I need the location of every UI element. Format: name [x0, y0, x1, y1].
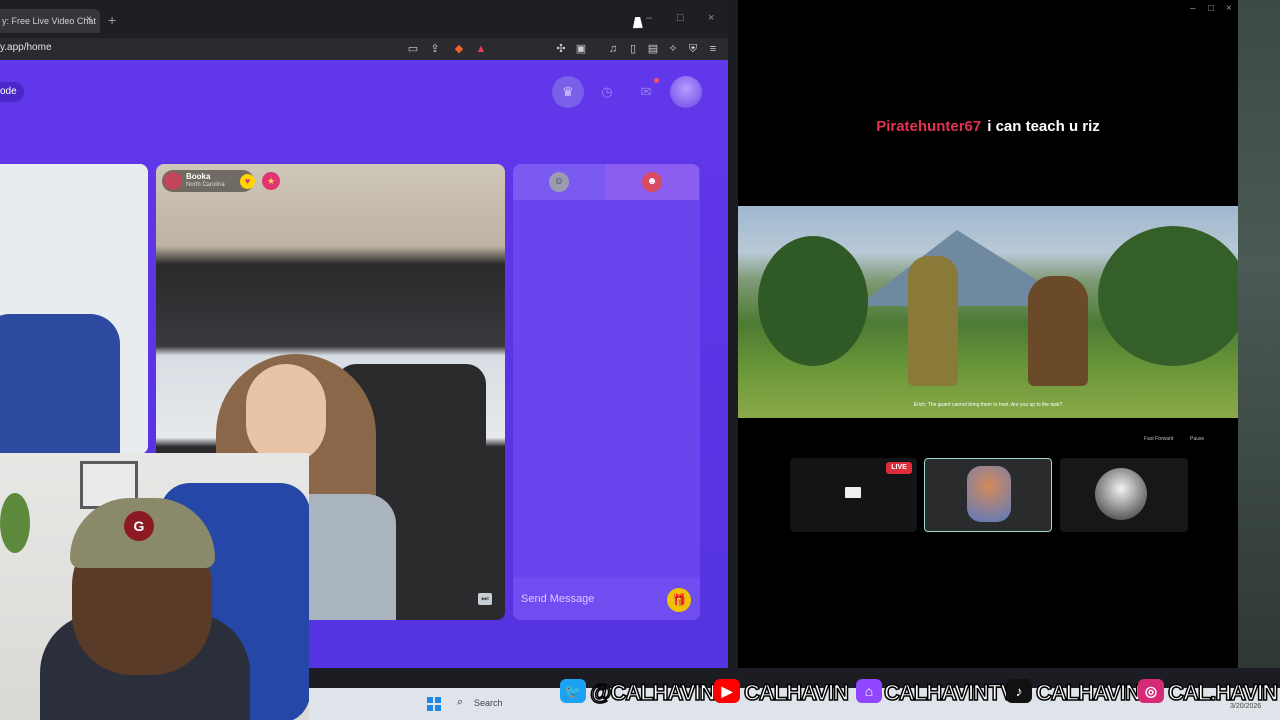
brave-shield-icon[interactable]: ◆ [452, 42, 466, 56]
notification-dot [654, 78, 659, 83]
heart-icon[interactable]: ♥ [240, 174, 255, 189]
reward-badge-icon[interactable]: ★ [262, 172, 280, 190]
tab-chat-self[interactable]: ☻ [606, 164, 699, 200]
chat-panel: ☺ ☻ 🎁 [513, 164, 700, 620]
address-bar: y.app/home ▭ ⇪ ◆ ▲ ✣ ▣ ♫ ▯ ▤ ✧ ⛨ ≡ [0, 38, 728, 60]
mouse-cursor-icon [632, 17, 646, 28]
cap-logo-icon: G [124, 511, 154, 541]
streamer-avatar [967, 466, 1011, 522]
search-icon[interactable]: ⌕ [457, 696, 463, 709]
twitch-icon: ⌂ [856, 679, 882, 703]
person-face [246, 364, 326, 464]
pause-label[interactable]: Pause [1190, 436, 1204, 442]
tab-title: y: Free Live Video Chat [2, 16, 96, 26]
menu-icon[interactable]: ≡ [706, 42, 720, 56]
history-clock-icon[interactable]: ◷ [591, 76, 623, 108]
extensions-icon[interactable]: ✣ [554, 42, 568, 56]
wallet-icon[interactable]: ▤ [646, 42, 660, 56]
stream-window: – □ × Piratehunter67 i can teach u riz Er… [738, 0, 1238, 668]
instagram-icon: ◎ [1138, 679, 1164, 703]
user-avatar [164, 172, 182, 190]
live-badge: LIVE [886, 462, 912, 474]
maximize-button[interactable]: □ [677, 12, 684, 24]
plant-shape [0, 493, 30, 553]
streamer-webcam: G [0, 453, 309, 720]
twitter-handle: @CALHAVIN [589, 679, 716, 706]
user-info-pill[interactable]: Booka North Carolina ♥ [162, 170, 255, 192]
gift-button[interactable]: 🎁 [667, 588, 691, 612]
new-tab-button[interactable]: + [108, 12, 116, 28]
tabs-icon[interactable]: ▣ [574, 42, 588, 56]
music-icon[interactable]: ♫ [606, 42, 620, 56]
twitter-icon: 🐦 [560, 679, 586, 703]
villager-figure [1028, 276, 1088, 386]
twitch-handle: CALHAVINTV [883, 679, 1016, 706]
close-window-button[interactable]: × [708, 12, 714, 24]
url-field[interactable]: y.app/home [0, 42, 52, 53]
profile-avatar[interactable] [670, 76, 702, 108]
minimize-button[interactable]: – [1190, 3, 1196, 14]
share-icon[interactable]: ⇪ [428, 42, 442, 56]
chat-highlight: Piratehunter67 i can teach u riz [738, 118, 1238, 135]
self-avatar-icon: ☻ [642, 172, 662, 192]
background-window-edge [1238, 0, 1280, 668]
youtube-icon: ▶ [714, 679, 740, 703]
mode-button[interactable]: ode [0, 82, 24, 102]
crown-icon[interactable]: ♛ [552, 76, 584, 108]
rewards-icon[interactable]: ▲ [474, 42, 488, 56]
desktop: y: Free Live Video Chat × + – □ × y.app/… [0, 0, 1280, 720]
tiktok-icon: ♪ [1006, 679, 1032, 703]
tree-shape [758, 236, 868, 366]
local-video [0, 164, 148, 454]
tab-bar: y: Free Live Video Chat × + – □ × [0, 0, 728, 38]
fast-forward-label[interactable]: Fast Forward [1144, 436, 1173, 442]
minimize-button[interactable]: – [646, 12, 652, 24]
game-video: Erich: The guard cannot bring them to he… [738, 206, 1238, 418]
leo-icon[interactable]: ✧ [666, 42, 680, 56]
tiktok-handle: CALHAVIN [1035, 679, 1142, 706]
chat-username: Piratehunter67 [876, 118, 982, 135]
sidebar-icon[interactable]: ▯ [626, 42, 640, 56]
game-subtitle: Erich: The guard cannot bring them to he… [913, 402, 1063, 408]
tab-close-icon[interactable]: × [86, 14, 92, 25]
youtube-handle: CALHAVIN [743, 679, 850, 706]
instagram-handle: CAL.HAVIN [1167, 679, 1279, 706]
knight-figure [908, 256, 958, 386]
user-location: North Carolina [186, 182, 225, 188]
tab-chat-partner[interactable]: ☺ [513, 164, 606, 200]
streamer-avatar [1095, 468, 1147, 520]
close-window-button[interactable]: × [1226, 3, 1232, 14]
tab-video-chat[interactable]: y: Free Live Video Chat [0, 9, 100, 33]
cast-icon[interactable]: ▭ [406, 42, 420, 56]
partner-avatar-icon: ☺ [549, 172, 569, 192]
maximize-button[interactable]: □ [1208, 3, 1214, 14]
user-name: Booka [186, 172, 211, 181]
windows-start-icon[interactable] [427, 697, 441, 711]
taskbar-search[interactable]: Search [474, 698, 503, 708]
chair-shape [0, 314, 120, 454]
skip-icon[interactable]: ⏭ [478, 593, 492, 605]
vpn-icon[interactable]: ⛨ [686, 42, 700, 56]
monitor-icon [845, 487, 861, 498]
tree-shape [1098, 226, 1238, 366]
mode-label: ode [0, 86, 17, 97]
chat-message: i can teach u riz [987, 118, 1100, 135]
social-banner: 🐦 @CALHAVIN ▶ CALHAVIN ⌂ CALHAVINTV ♪ CA… [558, 674, 1280, 708]
